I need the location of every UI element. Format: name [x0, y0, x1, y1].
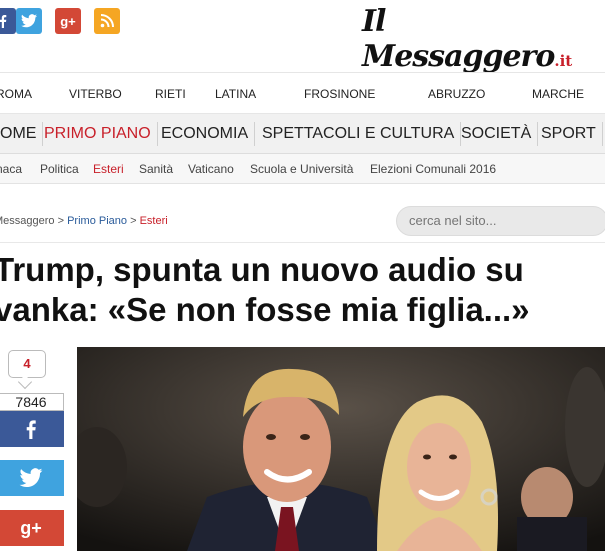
facebook-icon [26, 420, 36, 439]
photo-trump-ivanka [77, 347, 605, 551]
article-headline: Trump, spunta un nuovo audio su vanka: «… [0, 250, 605, 330]
nav-societa[interactable]: SOCIETÀ [457, 114, 539, 154]
subnav-elezioni-comunali[interactable]: Elezioni Comunali 2016 [370, 162, 496, 176]
twitter-icon [19, 468, 43, 487]
top-bar: g+ Il Messaggero.it [0, 0, 605, 74]
breadcrumb-esteri[interactable]: Esteri [140, 215, 168, 227]
divider [0, 242, 605, 243]
subnav-sanita[interactable]: Sanità [139, 162, 173, 176]
city-link-frosinone[interactable]: FROSINONE [304, 87, 375, 101]
subnav-vaticano[interactable]: Vaticano [188, 162, 234, 176]
nav-primo-piano[interactable]: PRIMO PIANO [40, 114, 158, 154]
site-logo[interactable]: Il Messaggero.it [362, 4, 605, 74]
google-plus-icon: g+ [20, 517, 42, 538]
city-link-marche[interactable]: MARCHE [532, 87, 584, 101]
nav-economia[interactable]: ECONOMIA [157, 114, 256, 154]
main-nav: OME PRIMO PIANO ECONOMIA SPETTACOLI E CU… [0, 114, 605, 154]
city-bar: ROMA VITERBO RIETI LATINA FROSINONE ABRU… [0, 72, 605, 114]
headline-line-1: Trump, spunta un nuovo audio su [0, 251, 524, 288]
city-link-rieti[interactable]: RIETI [155, 87, 186, 101]
subnav-politica[interactable]: Politica [40, 162, 79, 176]
twitter-icon[interactable] [16, 8, 42, 34]
headline-line-2: vanka: «Se non fosse mia figlia...» [0, 291, 530, 328]
breadcrumb: Messaggero > Primo Piano > Esteri [0, 215, 168, 227]
breadcrumb-separator: > [54, 215, 68, 227]
facebook-share-button[interactable] [0, 411, 64, 447]
google-plus-icon[interactable]: g+ [55, 8, 81, 34]
subnav-esteri[interactable]: Esteri [93, 162, 124, 176]
search-input[interactable] [409, 213, 589, 228]
search-box [396, 206, 605, 236]
facebook-icon[interactable] [0, 8, 16, 34]
city-link-roma[interactable]: ROMA [0, 87, 32, 101]
facebook-share-count: 7846 [0, 393, 64, 411]
subnav-cronaca[interactable]: naca [0, 162, 22, 176]
rss-icon[interactable] [94, 8, 120, 34]
nav-sport[interactable]: SPORT [537, 114, 603, 154]
comment-count-badge[interactable]: 4 [8, 350, 46, 378]
subnav-scuola-e-universita[interactable]: Scuola e Università [250, 162, 353, 176]
twitter-share-button[interactable] [0, 460, 64, 496]
city-link-abruzzo[interactable]: ABRUZZO [428, 87, 485, 101]
nav-spettacoli-e-cultura[interactable]: SPETTACOLI E CULTURA [258, 114, 462, 154]
nav-home[interactable]: OME [0, 114, 44, 154]
breadcrumb-separator: > [127, 215, 140, 227]
sub-nav: naca Politica Esteri Sanità Vaticano Scu… [0, 154, 605, 184]
city-link-viterbo[interactable]: VITERBO [69, 87, 122, 101]
article-photo[interactable] [77, 347, 605, 551]
breadcrumb-primo-piano[interactable]: Primo Piano [67, 215, 127, 227]
city-link-latina[interactable]: LATINA [215, 87, 256, 101]
google-plus-share-button[interactable]: g+ [0, 510, 64, 546]
breadcrumb-home[interactable]: Messaggero [0, 215, 55, 227]
